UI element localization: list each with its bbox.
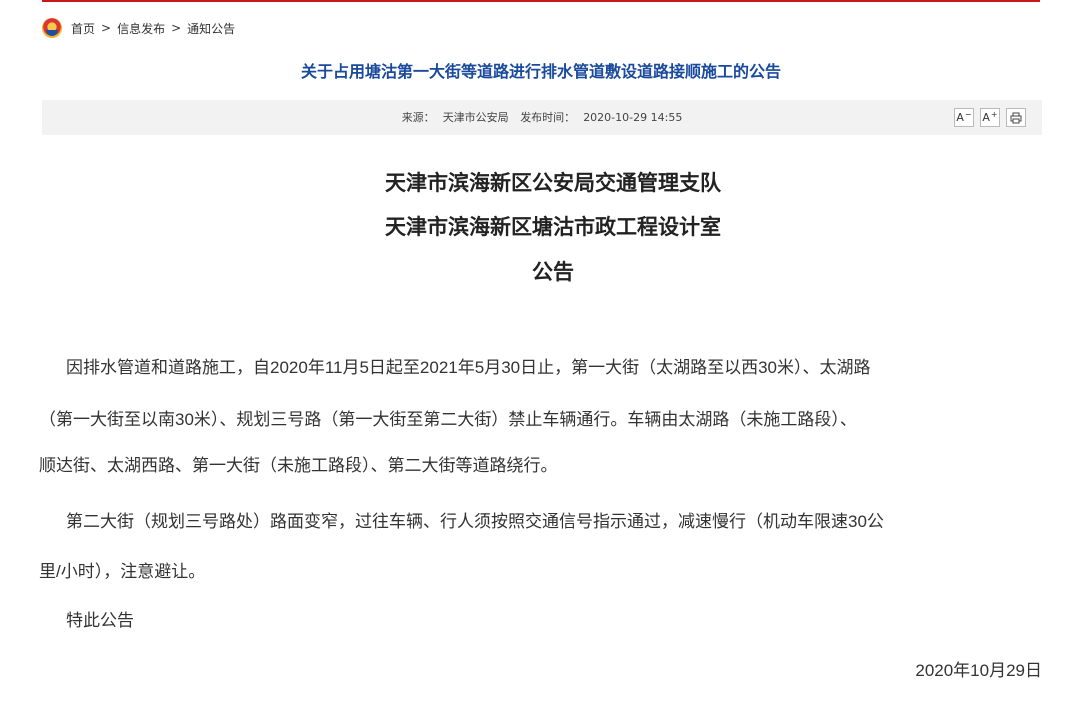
heading-line-3: 公告 [532, 260, 574, 284]
font-decrease-sup: − [964, 110, 972, 119]
heading-line-2: 天津市滨海新区塘沽市政工程设计室 [385, 215, 721, 239]
source-label: 来源： [401, 111, 435, 124]
publish-time-value: 2020-10-29 14:55 [583, 111, 683, 124]
meta-info: 来源： 天津市公安局 发布时间： 2020-10-29 14:55 [42, 100, 1042, 135]
article-meta-bar: 来源： 天津市公安局 发布时间： 2020-10-29 14:55 A − A + [42, 100, 1042, 135]
heading-line-1: 天津市滨海新区公安局交通管理支队 [385, 171, 721, 195]
police-emblem-icon [42, 18, 62, 38]
font-increase-label: A [982, 111, 990, 124]
publish-time-label: 发布时间： [520, 111, 576, 124]
article-tools: A − A + [954, 108, 1026, 127]
announcement-date: 2020年10月29日 [915, 661, 1042, 680]
font-decrease-button[interactable]: A − [954, 108, 974, 127]
font-increase-button[interactable]: A + [980, 108, 1000, 127]
breadcrumb-info-link[interactable]: 信息发布 [117, 20, 165, 37]
font-decrease-label: A [956, 111, 964, 124]
body-line-5: 里/小时），注意避让。 [39, 562, 206, 581]
body-line-3: 顺达街、太湖西路、第一大街（未施工路段）、第二大街等道路绕行。 [39, 456, 558, 475]
breadcrumb-notices-link[interactable]: 通知公告 [187, 20, 235, 37]
closing-text: 特此公告 [66, 611, 134, 630]
top-accent-line [42, 0, 1040, 2]
page-title: 关于占用塘沽第一大街等道路进行排水管道敷设道路接顺施工的公告 [300, 62, 781, 81]
printer-icon [1010, 112, 1022, 123]
font-increase-sup: + [990, 110, 998, 119]
source-value: 天津市公安局 [442, 111, 509, 124]
breadcrumb-home-link[interactable]: 首页 [71, 20, 95, 37]
breadcrumb: 首页 > 信息发布 > 通知公告 [42, 17, 235, 39]
body-line-2: （第一大街至以南30米）、规划三号路（第一大街至第二大街）禁止车辆通行。车辆由太… [39, 410, 857, 429]
print-button[interactable] [1006, 108, 1026, 127]
breadcrumb-separator: > [171, 21, 182, 35]
body-line-1: 因排水管道和道路施工，自2020年11月5日起至2021年5月30日止，第一大街… [66, 358, 871, 377]
breadcrumb-separator: > [101, 21, 112, 35]
body-line-4: 第二大街（规划三号路处）路面变窄，过往车辆、行人须按照交通信号指示通过，减速慢行… [66, 512, 884, 531]
